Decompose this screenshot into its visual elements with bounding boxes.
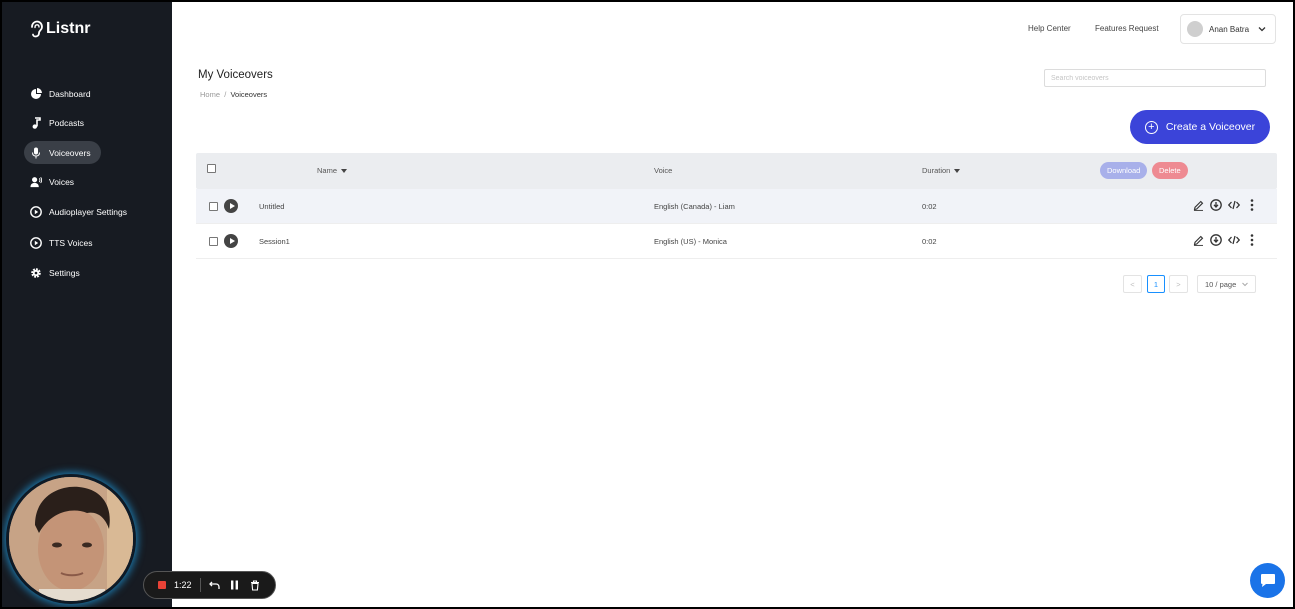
- column-header-name-label: Name: [317, 166, 338, 175]
- column-header-voice-label: Voice: [654, 166, 673, 175]
- row-name: Session1: [259, 237, 290, 246]
- webcam-face-image: [9, 477, 133, 601]
- gear-icon: [30, 267, 42, 279]
- pause-icon[interactable]: [229, 579, 241, 591]
- chevron-down-icon: [1242, 282, 1249, 287]
- stop-recording-button[interactable]: [158, 581, 166, 589]
- table-header: Name Voice Duration Download Delete: [196, 153, 1277, 189]
- column-header-duration[interactable]: Duration: [922, 166, 961, 175]
- sidebar-item-tts-voices[interactable]: TTS Voices: [24, 231, 102, 254]
- chat-support-button[interactable]: [1250, 563, 1285, 598]
- sidebar-item-label: Voices: [49, 176, 75, 187]
- voiceovers-table: Name Voice Duration Download Delete Unti…: [196, 153, 1277, 259]
- breadcrumb: Home / Voiceovers: [200, 90, 267, 99]
- undo-icon[interactable]: [209, 579, 221, 591]
- sidebar-item-label: Settings: [49, 267, 80, 278]
- trash-icon[interactable]: [249, 579, 261, 591]
- play-circle-icon: [30, 236, 42, 249]
- table-row[interactable]: Session1 English (US) - Monica 0:02: [196, 224, 1277, 259]
- breadcrumb-home[interactable]: Home: [200, 90, 220, 99]
- sidebar-item-podcasts[interactable]: Podcasts: [24, 111, 94, 134]
- play-icon[interactable]: [224, 199, 238, 213]
- sidebar-item-dashboard[interactable]: Dashboard: [24, 82, 101, 105]
- column-header-name[interactable]: Name: [317, 166, 348, 175]
- play-icon[interactable]: [224, 234, 238, 248]
- row-voice: English (Canada) - Liam: [654, 202, 735, 211]
- column-header-duration-label: Duration: [922, 166, 951, 175]
- sidebar-item-label: Dashboard: [49, 88, 91, 99]
- user-voice-icon: [30, 176, 42, 188]
- create-voiceover-label: Create a Voiceover: [1165, 121, 1256, 133]
- pagination-prev-button[interactable]: <: [1123, 275, 1142, 293]
- music-note-icon: [30, 116, 42, 129]
- sidebar-item-audioplayer-settings[interactable]: Audioplayer Settings: [24, 200, 137, 223]
- page-size-value: 10 / page: [1205, 279, 1237, 289]
- sidebar-item-voices[interactable]: Voices: [24, 170, 84, 193]
- row-voice: English (US) - Monica: [654, 237, 727, 246]
- help-center-link[interactable]: Help Center: [1028, 24, 1071, 33]
- sidebar-item-settings[interactable]: Settings: [24, 261, 90, 284]
- sort-caret-icon: [954, 168, 961, 173]
- bulk-download-button[interactable]: Download: [1100, 162, 1148, 179]
- embed-code-icon[interactable]: [1228, 199, 1240, 211]
- embed-code-icon[interactable]: [1228, 234, 1240, 246]
- edit-pencil-icon[interactable]: [1192, 234, 1204, 246]
- page-size-select[interactable]: 10 / page: [1197, 275, 1256, 293]
- row-checkbox[interactable]: [209, 202, 218, 211]
- microphone-icon: [30, 147, 42, 159]
- row-actions: [1192, 199, 1258, 211]
- row-actions: [1192, 234, 1258, 246]
- download-circle-icon[interactable]: [1210, 199, 1222, 211]
- listnr-ear-icon: [31, 20, 43, 38]
- select-all-checkbox[interactable]: [207, 164, 216, 173]
- sidebar-item-label: TTS Voices: [49, 237, 93, 248]
- sidebar-item-label: Podcasts: [49, 117, 84, 128]
- bulk-delete-button[interactable]: Delete: [1152, 162, 1188, 179]
- features-request-link[interactable]: Features Request: [1095, 24, 1159, 33]
- divider: [199, 578, 201, 592]
- create-voiceover-button[interactable]: + Create a Voiceover: [1130, 110, 1270, 144]
- play-circle-icon: [30, 205, 42, 218]
- webcam-overlay[interactable]: [6, 474, 136, 604]
- chat-bubble-icon: [1260, 574, 1275, 587]
- row-duration: 0:02: [922, 202, 937, 211]
- download-circle-icon[interactable]: [1210, 234, 1222, 246]
- row-checkbox[interactable]: [209, 237, 218, 246]
- breadcrumb-separator: /: [224, 90, 227, 99]
- edit-pencil-icon[interactable]: [1192, 199, 1204, 211]
- row-name: Untitled: [259, 202, 285, 211]
- search-input[interactable]: [1044, 69, 1266, 87]
- pagination-page-1[interactable]: 1: [1147, 275, 1165, 293]
- more-vertical-icon[interactable]: [1246, 234, 1258, 246]
- user-menu[interactable]: Anan Batra: [1180, 14, 1276, 44]
- recording-toolbar: 1:22: [143, 571, 276, 599]
- sidebar-item-voiceovers[interactable]: Voiceovers: [24, 141, 101, 164]
- breadcrumb-current: Voiceovers: [230, 90, 268, 99]
- chevron-down-icon: [1258, 27, 1266, 32]
- more-vertical-icon[interactable]: [1246, 199, 1258, 211]
- plus-circle-icon: +: [1144, 120, 1158, 134]
- row-duration: 0:02: [922, 237, 937, 246]
- page-title: My Voiceovers: [198, 69, 273, 81]
- app-window: Listnr Dashboard Podcasts Voiceovers Voi…: [0, 0, 1295, 609]
- table-row[interactable]: Untitled English (Canada) - Liam 0:02: [196, 189, 1277, 224]
- pagination-next-button[interactable]: >: [1169, 275, 1188, 293]
- sort-caret-icon: [341, 168, 348, 173]
- pie-chart-icon: [30, 87, 42, 100]
- avatar: [1187, 21, 1203, 37]
- logo-text: Listnr: [46, 20, 91, 37]
- sidebar-item-label: Voiceovers: [49, 147, 91, 158]
- logo[interactable]: Listnr: [29, 20, 90, 38]
- column-header-voice: Voice: [654, 166, 672, 175]
- sidebar-item-label: Audioplayer Settings: [49, 206, 127, 217]
- recording-timer: 1:22: [174, 580, 192, 590]
- user-name: Anan Batra: [1209, 24, 1250, 34]
